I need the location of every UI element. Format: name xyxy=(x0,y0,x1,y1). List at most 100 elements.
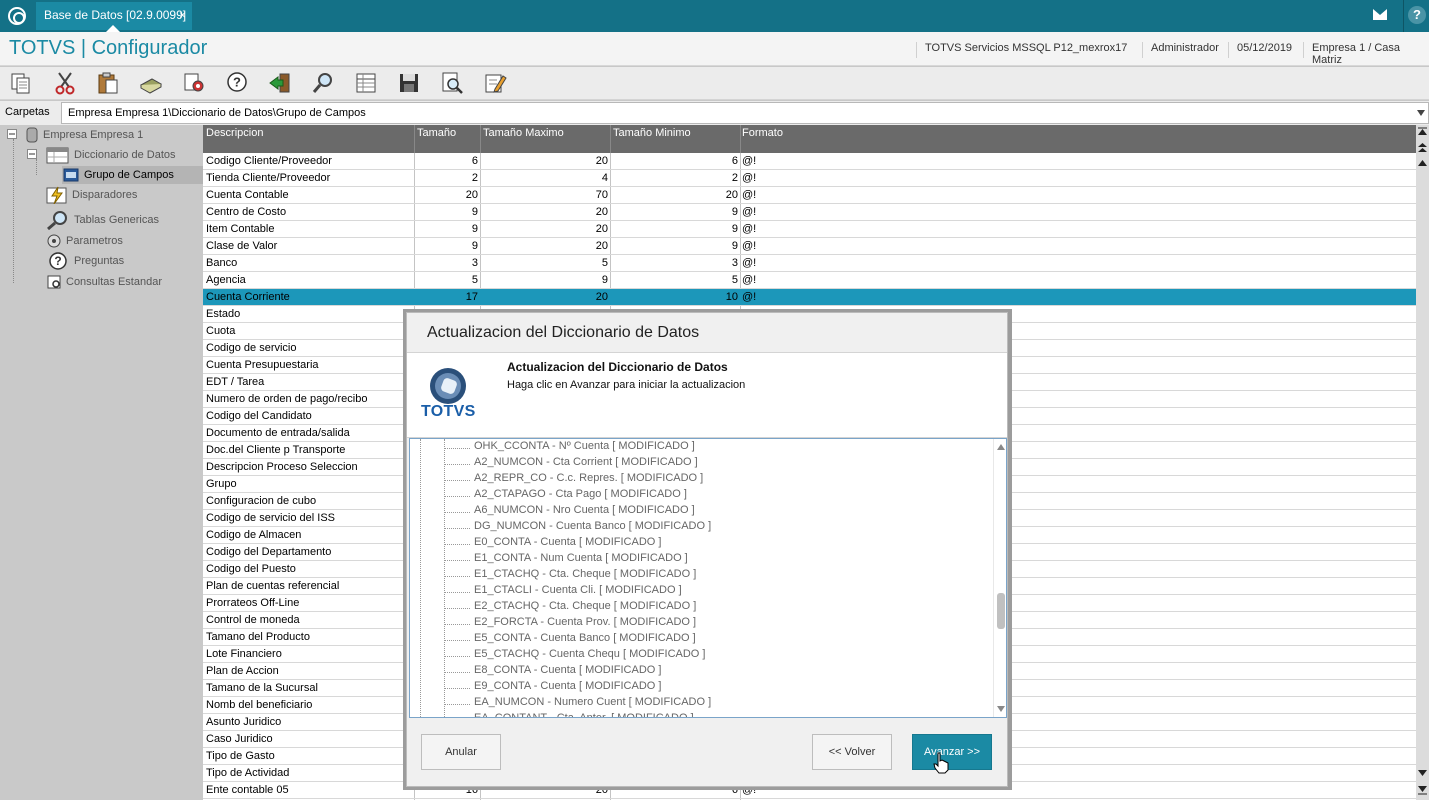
company-info: Empresa 1 / Casa Matriz xyxy=(1303,42,1429,66)
list-item[interactable]: A2_CTAPAGO - Cta Pago [ MODIFICADO ] xyxy=(474,488,687,504)
tree-item-tablas[interactable]: Tablas Genericas xyxy=(46,210,159,230)
scroll-bottom-icon[interactable] xyxy=(1417,785,1428,795)
tree-line xyxy=(444,496,470,497)
table-row[interactable]: Codigo Cliente/Proveedor 6 20 6 @! xyxy=(203,153,1416,170)
folders-path-select[interactable]: Empresa Empresa 1\Diccionario de Datos\G… xyxy=(61,102,1429,124)
table-row[interactable]: Item Contable 9 20 9 @! xyxy=(203,221,1416,238)
list-item[interactable]: E1_CONTA - Num Cuenta [ MODIFICADO ] xyxy=(474,552,688,568)
save-icon[interactable] xyxy=(397,71,421,95)
list-item[interactable]: E1_CTACHQ - Cta. Cheque [ MODIFICADO ] xyxy=(474,568,696,584)
list-item[interactable]: A2_REPR_CO - C.c. Repres. [ MODIFICADO ] xyxy=(474,472,703,488)
column-separator[interactable] xyxy=(480,125,481,153)
table-row[interactable]: Agencia 5 9 5 @! xyxy=(203,272,1416,289)
settings-list-icon[interactable] xyxy=(182,71,206,95)
column-header[interactable]: Tamaño Minimo xyxy=(613,127,691,139)
dialog-banner: TOTVS Actualizacion del Diccionario de D… xyxy=(407,353,1007,438)
list-item[interactable]: E2_CTACHQ - Cta. Cheque [ MODIFICADO ] xyxy=(474,600,696,616)
list-item[interactable]: OHK_CCONTA - Nº Cuenta [ MODIFICADO ] xyxy=(474,440,695,456)
scroll-down-icon[interactable] xyxy=(1417,768,1428,778)
list-item[interactable]: E2_FORCTA - Cuenta Prov. [ MODIFICADO ] xyxy=(474,616,696,632)
cell-fmt: @! xyxy=(742,189,757,201)
table-row[interactable]: Cuenta Corriente 17 20 10 @! xyxy=(203,289,1416,306)
cell-desc: Agencia xyxy=(206,274,246,286)
edit-icon[interactable] xyxy=(483,71,507,95)
scroll-thumb[interactable] xyxy=(997,593,1005,629)
column-header[interactable]: Formato xyxy=(742,127,783,139)
mail-icon[interactable] xyxy=(1373,9,1387,20)
paste-icon[interactable] xyxy=(96,71,120,95)
grid-icon[interactable] xyxy=(354,71,378,95)
tree-line xyxy=(444,480,470,481)
tree-item-diccionario[interactable]: Diccionario de Datos xyxy=(46,146,176,164)
column-separator[interactable] xyxy=(610,125,611,153)
list-item[interactable]: EA_NUMCON - Numero Cuent [ MODIFICADO ] xyxy=(474,696,711,712)
tree-item-disparadores[interactable]: Disparadores xyxy=(46,186,137,205)
list-item[interactable]: E1_CTACLI - Cuenta Cli. [ MODIFICADO ] xyxy=(474,584,682,600)
list-item[interactable]: DG_NUMCON - Cuenta Banco [ MODIFICADO ] xyxy=(474,520,711,536)
scroll-up-icon[interactable] xyxy=(1417,158,1428,168)
table-row[interactable]: Centro de Costo 9 20 9 @! xyxy=(203,204,1416,221)
help-icon[interactable]: ? xyxy=(1408,6,1426,24)
cell-desc: Item Contable xyxy=(206,223,275,235)
scroll-page-up-icon[interactable] xyxy=(1417,143,1428,153)
cell-desc: Nomb del beneficiario xyxy=(206,699,313,711)
list-item[interactable]: E0_CONTA - Cuenta [ MODIFICADO ] xyxy=(474,536,661,552)
back-button[interactable]: << Volver xyxy=(812,734,892,770)
book-icon[interactable] xyxy=(139,71,163,95)
scroll-top-icon[interactable] xyxy=(1417,127,1428,137)
server-info: TOTVS Servicios MSSQL P12_mexrox17 xyxy=(916,42,1127,58)
tree-item-grupo-campos[interactable]: Grupo de Campos xyxy=(62,166,203,184)
list-item[interactable]: E5_CTACHQ - Cuenta Chequ [ MODIFICADO ] xyxy=(474,648,705,664)
next-button[interactable]: Avanzar >> xyxy=(912,734,992,770)
copy-icon[interactable] xyxy=(9,71,33,95)
cell-desc: Documento de entrada/salida xyxy=(206,427,350,439)
tree-line xyxy=(444,592,470,593)
list-item[interactable]: EA_CONTANT - Cta. Anter. [ MODIFICADO ] xyxy=(474,712,694,717)
totvs-logo-text: TOTVS xyxy=(421,403,476,420)
search-icon[interactable] xyxy=(311,71,335,95)
scroll-down-icon[interactable] xyxy=(997,706,1005,712)
list-item[interactable]: A6_NUMCON - Nro Cuenta [ MODIFICADO ] xyxy=(474,504,695,520)
dialog-titlebar[interactable]: Actualizacion del Diccionario de Datos xyxy=(407,313,1007,353)
cell-fmt: @! xyxy=(742,240,757,252)
column-header[interactable]: Tamaño xyxy=(417,127,456,139)
list-item[interactable]: E5_CONTA - Cuenta Banco [ MODIFICADO ] xyxy=(474,632,696,648)
column-separator[interactable] xyxy=(414,125,415,153)
cancel-button[interactable]: Anular xyxy=(421,734,501,770)
collapse-icon[interactable] xyxy=(27,149,37,159)
scroll-up-icon[interactable] xyxy=(997,444,1005,450)
banner-heading: Actualizacion del Diccionario de Datos xyxy=(507,360,728,374)
cell-desc: Cuota xyxy=(206,325,236,337)
update-items-list[interactable]: OHK_CCONTA - Nº Cuenta [ MODIFICADO ] A2_… xyxy=(409,438,1007,718)
chevron-down-icon[interactable] xyxy=(1417,110,1425,116)
list-scrollbar[interactable] xyxy=(993,439,1006,717)
preview-icon[interactable] xyxy=(440,71,464,95)
tree-item-parametros[interactable]: Parametros xyxy=(46,232,123,250)
table-row[interactable]: Banco 3 5 3 @! xyxy=(203,255,1416,272)
column-separator[interactable] xyxy=(740,125,741,153)
cell-desc: Grupo xyxy=(206,478,237,490)
list-item[interactable]: E9_CONTA - Cuenta [ MODIFICADO ] xyxy=(474,680,661,696)
column-header[interactable]: Tamaño Maximo xyxy=(483,127,564,139)
cell-desc: Centro de Costo xyxy=(206,206,287,218)
folders-label: Carpetas xyxy=(5,106,50,118)
list-item[interactable]: E8_CONTA - Cuenta [ MODIFICADO ] xyxy=(474,664,661,680)
tree-item-root[interactable]: Empresa Empresa 1 xyxy=(25,126,143,144)
exit-icon[interactable] xyxy=(268,71,292,95)
collapse-icon[interactable] xyxy=(7,129,17,139)
cell-desc: Tipo de Gasto xyxy=(206,750,275,762)
column-header[interactable]: Descripcion xyxy=(206,127,263,139)
close-icon[interactable]: × xyxy=(179,2,186,28)
tree-item-label: Empresa Empresa 1 xyxy=(43,129,144,141)
list-item[interactable]: A2_NUMCON - Cta Corrient [ MODIFICADO ] xyxy=(474,456,698,472)
help-question-icon[interactable]: ? xyxy=(225,71,249,95)
table-row[interactable]: Tienda Cliente/Proveedor 2 4 2 @! xyxy=(203,170,1416,187)
grid-scrollbar[interactable] xyxy=(1416,125,1429,800)
table-row[interactable]: Clase de Valor 9 20 9 @! xyxy=(203,238,1416,255)
tree-item-preguntas[interactable]: ? Preguntas xyxy=(46,251,124,270)
totvs-logo-icon[interactable] xyxy=(8,7,26,25)
cut-icon[interactable] xyxy=(53,71,77,95)
tree-item-consultas[interactable]: Consultas Estandar xyxy=(46,273,162,291)
grid-header: Descripcion Tamaño Tamaño Maximo Tamaño … xyxy=(203,125,1416,153)
table-row[interactable]: Cuenta Contable 20 70 20 @! xyxy=(203,187,1416,204)
